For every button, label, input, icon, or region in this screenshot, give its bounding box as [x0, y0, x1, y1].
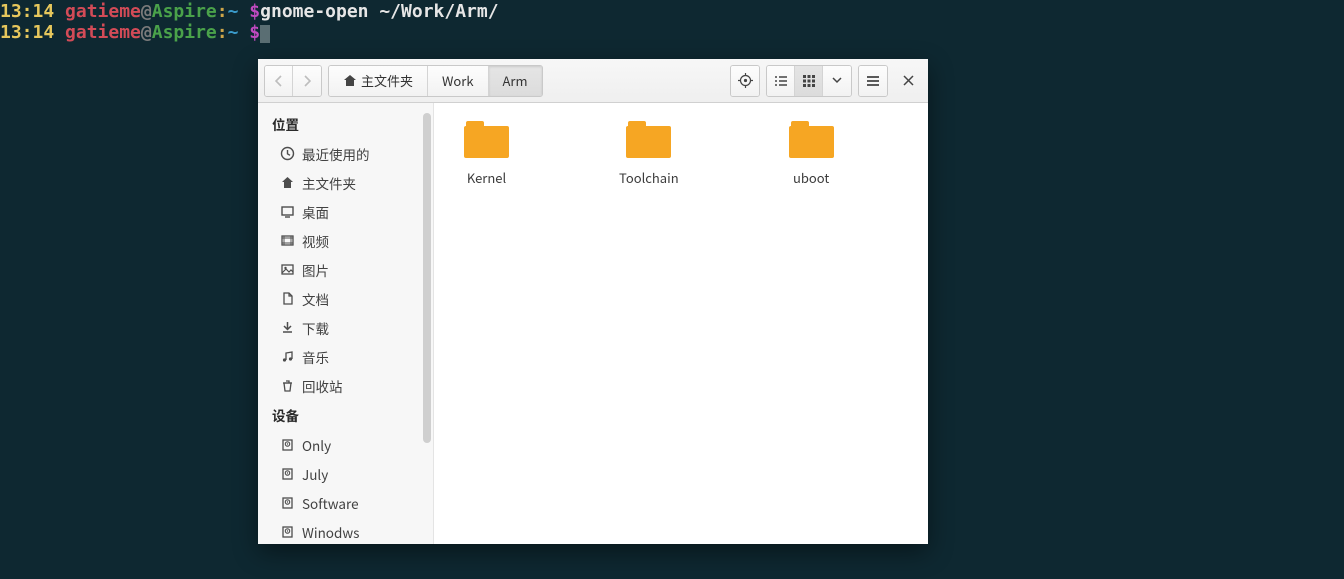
sidebar-item-label: Winodws	[302, 522, 360, 542]
video-icon	[280, 233, 295, 248]
sidebar-item-place-0[interactable]: 最近使用的	[258, 139, 433, 168]
folder-label: Toolchain	[619, 168, 679, 187]
sidebar-item-label: Software	[302, 493, 359, 513]
host-label: Aspire	[152, 1, 217, 22]
desktop-icon	[280, 204, 295, 219]
view-list-button[interactable]	[767, 66, 795, 96]
disk-icon	[280, 524, 295, 539]
close-button[interactable]	[894, 66, 922, 96]
sidebar-item-label: Only	[302, 435, 331, 455]
sidebar: 位置 最近使用的主文件夹桌面视频图片文档下载音乐回收站 设备 Only July S…	[258, 103, 434, 544]
folder-content-area[interactable]: Kernel Toolchain uboot	[434, 103, 928, 544]
folder-item-uboot[interactable]: uboot	[789, 121, 834, 187]
user-label: gatieme	[65, 1, 141, 22]
clock-icon	[280, 146, 295, 161]
disk-icon	[280, 466, 295, 481]
home-icon	[280, 175, 295, 190]
sidebar-item-place-7[interactable]: 音乐	[258, 342, 433, 371]
time-label: 13:14	[0, 1, 54, 22]
toolbar: 主文件夹 Work Arm	[258, 59, 928, 103]
folder-icon	[464, 121, 509, 158]
sidebar-item-label: 主文件夹	[302, 173, 356, 193]
folder-icon	[626, 121, 671, 158]
sidebar-item-device-3[interactable]: Winodws	[258, 517, 433, 544]
trash-icon	[280, 378, 295, 393]
sidebar-item-place-2[interactable]: 桌面	[258, 197, 433, 226]
doc-icon	[280, 291, 295, 306]
sidebar-item-place-1[interactable]: 主文件夹	[258, 168, 433, 197]
nav-forward-button[interactable]	[293, 66, 321, 96]
sidebar-item-label: 下载	[302, 318, 329, 338]
download-icon	[280, 320, 295, 335]
sidebar-item-label: July	[302, 464, 328, 484]
sidebar-item-place-8[interactable]: 回收站	[258, 371, 433, 400]
cmd-line: gnome-open ~/Work/Arm/	[260, 1, 498, 22]
sidebar-item-label: 回收站	[302, 376, 343, 396]
sidebar-item-label: 文档	[302, 289, 329, 309]
folder-label: Kernel	[467, 168, 506, 187]
crumb-work[interactable]: Work	[428, 66, 489, 96]
view-icons-button[interactable]	[795, 66, 823, 96]
sidebar-item-device-0[interactable]: Only	[258, 430, 433, 459]
disk-icon	[280, 437, 295, 452]
folder-item-toolchain[interactable]: Toolchain	[619, 121, 679, 187]
sidebar-item-label: 音乐	[302, 347, 329, 367]
sidebar-item-place-3[interactable]: 视频	[258, 226, 433, 255]
music-icon	[280, 349, 295, 364]
main-menu-button[interactable]	[859, 66, 887, 96]
terminal-cursor[interactable]	[260, 25, 270, 43]
crumb-home[interactable]: 主文件夹	[329, 66, 428, 96]
breadcrumb: 主文件夹 Work Arm	[328, 65, 543, 97]
sidebar-item-device-2[interactable]: Software	[258, 488, 433, 517]
nav-back-button[interactable]	[265, 66, 293, 96]
image-icon	[280, 262, 295, 277]
view-menu-button[interactable]	[823, 66, 851, 96]
sidebar-item-label: 最近使用的	[302, 144, 370, 164]
folder-label: uboot	[793, 168, 829, 187]
sidebar-item-label: 桌面	[302, 202, 329, 222]
file-manager-window: 主文件夹 Work Arm	[258, 59, 928, 544]
folder-item-kernel[interactable]: Kernel	[464, 121, 509, 187]
sidebar-item-label: 视频	[302, 231, 329, 251]
sidebar-header-places: 位置	[258, 109, 433, 139]
sidebar-header-devices: 设备	[258, 400, 433, 430]
cwd-label: ~	[228, 1, 239, 22]
sidebar-item-place-5[interactable]: 文档	[258, 284, 433, 313]
disk-icon	[280, 495, 295, 510]
locate-button[interactable]	[731, 66, 759, 96]
sidebar-item-place-4[interactable]: 图片	[258, 255, 433, 284]
sidebar-item-label: 图片	[302, 260, 329, 280]
sidebar-item-device-1[interactable]: July	[258, 459, 433, 488]
crumb-arm[interactable]: Arm	[489, 66, 542, 96]
sidebar-item-place-6[interactable]: 下载	[258, 313, 433, 342]
folder-icon	[789, 121, 834, 158]
sidebar-scrollbar[interactable]	[423, 113, 431, 443]
